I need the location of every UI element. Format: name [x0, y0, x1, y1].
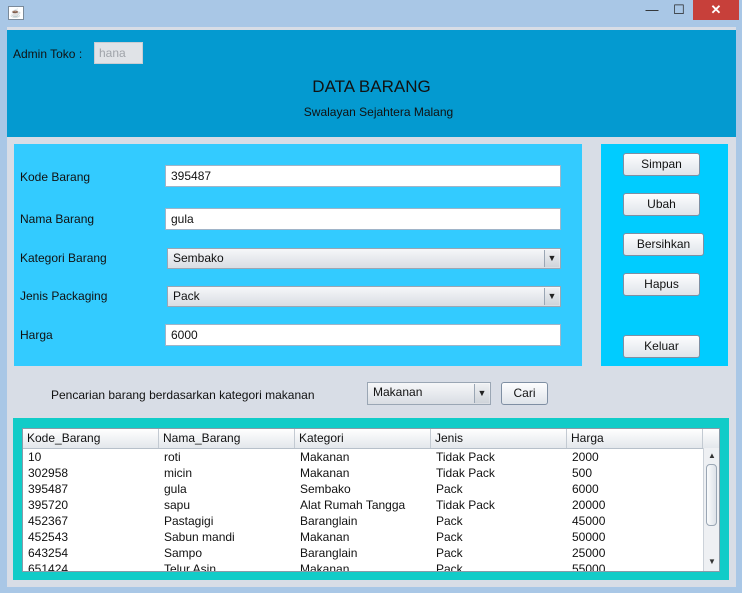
cari-button[interactable]: Cari [501, 382, 548, 405]
vertical-scrollbar[interactable]: ▲ ▼ [703, 448, 719, 571]
ubah-button[interactable]: Ubah [623, 193, 700, 216]
app-window: ☕ — ☐ ✕ Admin Toko : hana DATA BARANG Sw… [0, 0, 742, 593]
jenis-packaging-value: Pack [173, 289, 200, 303]
table-cell: gula [164, 482, 187, 496]
table-cell: Makanan [300, 450, 350, 464]
jenis-packaging-select[interactable]: Pack ▼ [167, 286, 561, 307]
column-header-harga[interactable]: Harga [567, 429, 703, 448]
scroll-down-icon[interactable]: ▼ [704, 555, 719, 569]
table-cell: Tidak Pack [436, 450, 495, 464]
table-cell: micin [164, 466, 193, 480]
table-cell: 395487 [28, 482, 69, 496]
table-cell: 302958 [28, 466, 69, 480]
kategori-barang-label: Kategori Barang [20, 251, 107, 265]
table-cell: 25000 [572, 546, 606, 560]
maximize-button[interactable]: ☐ [667, 0, 691, 20]
kode-barang-input[interactable]: 395487 [165, 165, 561, 187]
table-cell: Baranglain [300, 546, 358, 560]
page-subtitle: Swalayan Sejahtera Malang [303, 105, 454, 119]
harga-label: Harga [20, 328, 53, 342]
scrollbar-thumb[interactable] [706, 464, 717, 526]
admin-field: hana [94, 42, 143, 64]
table-cell: Sembako [300, 482, 351, 496]
table-cell: Pack [436, 482, 463, 496]
table-cell: Sampo [164, 546, 203, 560]
table-cell: Sabun mandi [164, 530, 235, 544]
simpan-button[interactable]: Simpan [623, 153, 700, 176]
table-cell: Telur Asin [164, 562, 217, 572]
table-row[interactable]: 643254 Sampo Baranglain Pack 25000 [23, 545, 703, 561]
nama-barang-label: Nama Barang [20, 212, 95, 226]
table-cell: 10 [28, 450, 42, 464]
table-cell: 452543 [28, 530, 69, 544]
bersihkan-button[interactable]: Bersihkan [623, 233, 704, 256]
table-cell: 20000 [572, 498, 606, 512]
title-bar[interactable]: ☕ — ☐ ✕ [0, 0, 742, 26]
table-row[interactable]: 10 roti Makanan Tidak Pack 2000 [23, 449, 703, 465]
column-header-kategori[interactable]: Kategori [295, 429, 431, 448]
table-cell: 643254 [28, 546, 69, 560]
table-cell: Pack [436, 562, 463, 572]
button-panel: Simpan Ubah Bersihkan Hapus Keluar [601, 144, 728, 366]
column-header-corner [703, 429, 719, 448]
table-header: Kode_Barang Nama_Barang Kategori Jenis H… [23, 429, 719, 449]
nama-barang-input[interactable]: gula [165, 208, 561, 230]
header-panel: Admin Toko : hana DATA BARANG Swalayan S… [7, 30, 736, 137]
admin-label: Admin Toko : [13, 47, 83, 61]
table-cell: Makanan [300, 530, 350, 544]
table-cell: Tidak Pack [436, 466, 495, 480]
chevron-down-icon[interactable]: ▼ [544, 288, 559, 305]
column-header-nama[interactable]: Nama_Barang [159, 429, 295, 448]
table-row[interactable]: 452367 Pastagigi Baranglain Pack 45000 [23, 513, 703, 529]
table-cell: Baranglain [300, 514, 358, 528]
kode-barang-label: Kode Barang [20, 170, 91, 184]
scroll-up-icon[interactable]: ▲ [704, 449, 719, 463]
keluar-button[interactable]: Keluar [623, 335, 700, 358]
table-cell: Alat Rumah Tangga [300, 498, 406, 512]
search-category-select[interactable]: Makanan ▼ [367, 382, 491, 405]
client-area: Admin Toko : hana DATA BARANG Swalayan S… [7, 27, 736, 587]
table-cell: Pack [436, 514, 463, 528]
table-cell: 500 [572, 466, 593, 480]
table-cell: 452367 [28, 514, 69, 528]
hapus-button[interactable]: Hapus [623, 273, 700, 296]
jenis-packaging-label: Jenis Packaging [20, 289, 108, 303]
table-cell: 6000 [572, 482, 599, 496]
table-row[interactable]: 302958 micin Makanan Tidak Pack 500 [23, 465, 703, 481]
table-cell: Tidak Pack [436, 498, 495, 512]
kategori-barang-value: Sembako [173, 251, 224, 265]
data-table[interactable]: Kode_Barang Nama_Barang Kategori Jenis H… [22, 428, 720, 572]
table-cell: 395720 [28, 498, 69, 512]
column-header-kode[interactable]: Kode_Barang [23, 429, 159, 448]
table-row[interactable]: 395487 gula Sembako Pack 6000 [23, 481, 703, 497]
table-cell: 45000 [572, 514, 606, 528]
table-cell: Pack [436, 546, 463, 560]
table-row[interactable]: 395720 sapu Alat Rumah Tangga Tidak Pack 200… [23, 497, 703, 513]
close-button[interactable]: ✕ [693, 0, 739, 20]
page-title: DATA BARANG [312, 77, 431, 96]
column-header-jenis[interactable]: Jenis [431, 429, 567, 448]
table-cell: roti [164, 450, 181, 464]
table-cell: Makanan [300, 562, 350, 572]
form-panel: Kode Barang 395487 Nama Barang gula Kate… [14, 144, 582, 366]
table-cell: 50000 [572, 530, 606, 544]
kategori-barang-select[interactable]: Sembako ▼ [167, 248, 561, 269]
chevron-down-icon[interactable]: ▼ [544, 250, 559, 267]
table-cell: Makanan [300, 466, 350, 480]
table-cell: 55000 [572, 562, 606, 572]
table-cell: Pack [436, 530, 463, 544]
table-row[interactable]: 452543 Sabun mandi Makanan Pack 50000 [23, 529, 703, 545]
table-cell: sapu [164, 498, 191, 512]
table-cell: 651424 [28, 562, 69, 572]
chevron-down-icon[interactable]: ▼ [474, 384, 489, 403]
table-cell: 2000 [572, 450, 599, 464]
minimize-button[interactable]: — [640, 0, 664, 20]
harga-input[interactable]: 6000 [165, 324, 561, 346]
table-row[interactable]: 651424 Telur Asin Makanan Pack 55000 [23, 561, 703, 572]
search-label: Pencarian barang berdasarkan kategori ma… [51, 388, 315, 402]
table-panel: Kode_Barang Nama_Barang Kategori Jenis H… [13, 418, 729, 580]
search-category-value: Makanan [373, 385, 423, 399]
java-icon: ☕ [8, 6, 24, 20]
table-cell: Pastagigi [164, 514, 214, 528]
